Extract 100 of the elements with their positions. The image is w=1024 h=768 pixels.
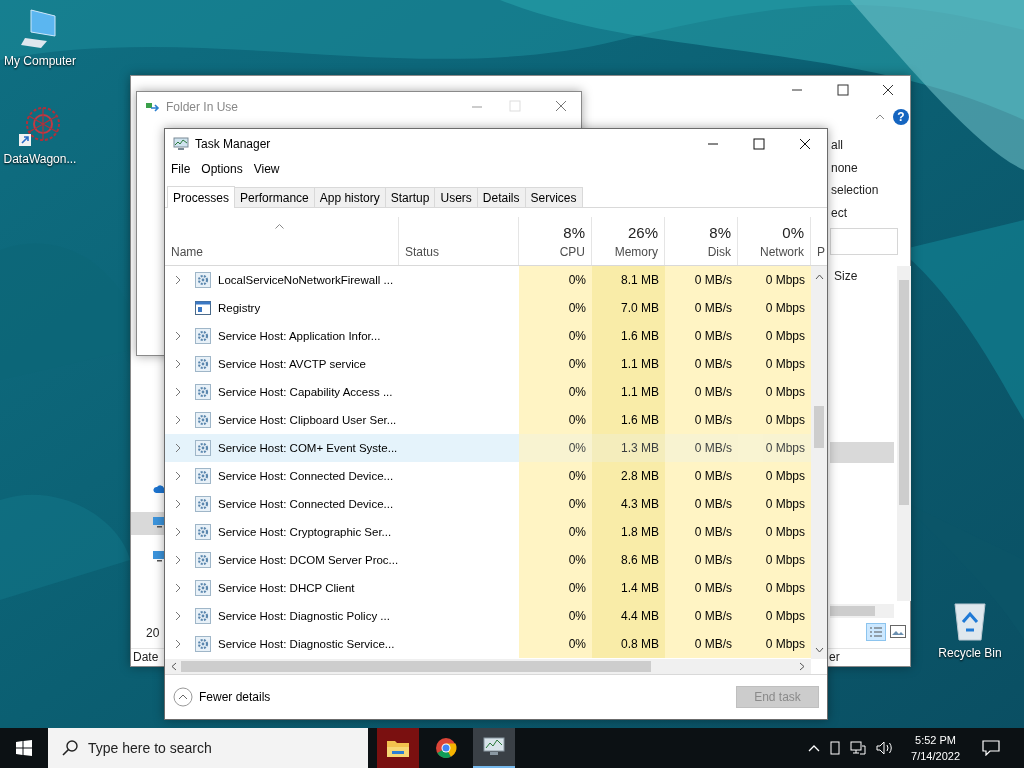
tab[interactable]: Performance <box>234 187 315 207</box>
scroll-right-icon[interactable] <box>799 662 805 671</box>
scroll-thumb[interactable] <box>181 661 651 672</box>
scrollbar[interactable] <box>830 604 894 618</box>
process-name: Service Host: Application Infor... <box>218 330 381 342</box>
cloud-icon[interactable] <box>153 484 167 494</box>
taskbar-app[interactable] <box>377 728 419 768</box>
expand-icon[interactable] <box>175 471 181 481</box>
desktop-icon-label[interactable]: DataWagon... <box>3 152 77 166</box>
table-cell: 2.8 MB <box>592 462 665 490</box>
gear-icon <box>195 384 211 400</box>
scrollbar[interactable] <box>897 266 911 601</box>
ribbon-command[interactable]: none <box>831 160 858 175</box>
process-name: Service Host: Clipboard User Ser... <box>218 414 397 426</box>
search-field[interactable] <box>830 228 898 255</box>
search-field[interactable]: Type here to search <box>48 728 368 768</box>
process-row[interactable]: Service Host: Capability Access ... 0% 1.1 MB 0 MB/s 0 Mbps <box>165 378 811 406</box>
process-row[interactable]: Service Host: AVCTP service 0% 1.1 MB 0 MB/s 0 Mbps <box>165 350 811 378</box>
desktop-icon-label[interactable]: My Computer <box>4 54 76 68</box>
menu-item[interactable]: Options <box>201 162 243 178</box>
help-icon[interactable]: ? <box>893 109 909 125</box>
column-header[interactable]: Network <box>760 245 804 259</box>
expand-icon[interactable] <box>175 499 181 509</box>
scroll-thumb[interactable] <box>899 280 909 505</box>
expand-icon[interactable] <box>175 443 181 453</box>
ribbon-command[interactable]: selection <box>831 183 879 197</box>
process-row[interactable]: Service Host: Diagnostic Policy ... 0% 4.4 MB 0 MB/s 0 Mbps <box>165 602 811 630</box>
process-row[interactable]: Service Host: Connected Device... 0% 4.3 MB 0 MB/s 0 Mbps <box>165 490 811 518</box>
column-header[interactable]: Name <box>171 245 392 259</box>
clock-time[interactable]: 5:52 PM <box>915 732 956 748</box>
process-row[interactable]: Service Host: DCOM Server Proc... 0% 8.6 MB 0 MB/s 0 Mbps <box>165 546 811 574</box>
expand-icon[interactable] <box>175 527 181 537</box>
tab[interactable]: Startup <box>384 187 436 207</box>
speaker-icon[interactable] <box>876 741 895 755</box>
scrollbar[interactable] <box>165 659 811 674</box>
process-row[interactable]: Service Host: Clipboard User Ser... 0% 1.6 MB 0 MB/s 0 Mbps <box>165 406 811 434</box>
column-header[interactable]: CPU <box>559 245 585 259</box>
menu-item[interactable]: View <box>253 162 280 178</box>
process-row[interactable]: Service Host: Cryptographic Ser... 0% 1.8 MB 0 MB/s 0 Mbps <box>165 518 811 546</box>
expand-icon[interactable] <box>175 639 181 649</box>
expand-icon[interactable] <box>175 331 181 341</box>
process-row[interactable]: Service Host: COM+ Event Syste... 0% 1.3 MB 0 MB/s 0 Mbps <box>165 434 811 462</box>
collapse-icon[interactable] <box>173 687 193 707</box>
browser-icon <box>435 737 457 759</box>
process-row[interactable]: Service Host: Connected Device... 0% 2.8 MB 0 MB/s 0 Mbps <box>165 462 811 490</box>
network-shortcut-icon[interactable] <box>19 106 61 148</box>
expand-icon[interactable] <box>175 359 181 369</box>
gear-icon <box>195 636 211 652</box>
sort-indicator-icon <box>275 224 284 229</box>
expand-icon[interactable] <box>175 555 181 565</box>
expand-icon[interactable] <box>175 415 181 425</box>
table-cell: 0 Mbps <box>738 574 811 602</box>
network-icon[interactable] <box>850 741 867 755</box>
column-header[interactable]: Memory <box>614 245 658 259</box>
notification-icon[interactable] <box>982 740 1000 756</box>
scroll-up-icon[interactable] <box>814 274 824 280</box>
expand-icon[interactable] <box>175 583 181 593</box>
usage-percent: 26% <box>627 224 658 241</box>
scroll-thumb[interactable] <box>830 606 875 616</box>
tab[interactable]: Users <box>434 187 478 207</box>
table-cell: 0% <box>519 406 592 434</box>
maximize-icon[interactable] <box>837 84 849 96</box>
expand-icon[interactable] <box>175 387 181 397</box>
column-header[interactable]: Status <box>405 245 512 259</box>
table-cell: 1.1 MB <box>592 350 665 378</box>
clock-date[interactable]: 7/14/2022 <box>911 748 960 764</box>
monitor-icon[interactable] <box>153 550 165 562</box>
ribbon-command[interactable]: all <box>831 138 843 152</box>
scroll-left-icon[interactable] <box>171 662 177 671</box>
column-header[interactable]: Size <box>834 269 858 283</box>
process-row[interactable]: Service Host: DHCP Client 0% 1.4 MB 0 MB/s 0 Mbps <box>165 574 811 602</box>
ribbon-command[interactable]: ect <box>831 205 847 220</box>
scrollbar[interactable] <box>811 266 827 659</box>
column-header[interactable]: Disk <box>707 245 731 259</box>
table-cell: 8.6 MB <box>592 546 665 574</box>
thumbnail-view-icon[interactable] <box>890 625 906 638</box>
taskbar-app[interactable] <box>473 728 515 768</box>
tab[interactable]: App history <box>313 187 386 207</box>
process-row[interactable]: LocalServiceNoNetworkFirewall ... 0% 8.1 MB 0 MB/s 0 Mbps <box>165 266 811 294</box>
scroll-down-icon[interactable] <box>814 647 824 653</box>
maximize-icon[interactable] <box>753 138 765 150</box>
process-row[interactable]: Registry 0% 7.0 MB 0 MB/s 0 Mbps <box>165 294 811 322</box>
expand-icon[interactable] <box>175 275 181 285</box>
table-cell: 0 Mbps <box>738 266 811 294</box>
fewer-details-link[interactable]: Fewer details <box>199 690 271 704</box>
process-row[interactable]: Service Host: Application Infor... 0% 1.6 MB 0 MB/s 0 Mbps <box>165 322 811 350</box>
scroll-thumb[interactable] <box>814 406 824 448</box>
process-row[interactable]: Service Host: Diagnostic Service... 0% 0.8 MB 0 MB/s 0 Mbps <box>165 630 811 658</box>
tab[interactable]: Processes <box>167 186 236 208</box>
windows-logo-icon[interactable] <box>16 740 32 756</box>
process-name: Service Host: AVCTP service <box>218 358 366 370</box>
expand-icon[interactable] <box>175 611 181 621</box>
close-icon[interactable] <box>882 84 894 96</box>
tab[interactable]: Services <box>524 187 583 207</box>
menu-item[interactable]: File <box>171 162 191 178</box>
tab[interactable]: Details <box>476 187 526 207</box>
close-icon[interactable] <box>799 138 811 150</box>
monitor-icon[interactable] <box>153 516 165 528</box>
desktop-icon-label[interactable]: Recycle Bin <box>938 646 1002 660</box>
table-cell: 0% <box>519 602 592 630</box>
